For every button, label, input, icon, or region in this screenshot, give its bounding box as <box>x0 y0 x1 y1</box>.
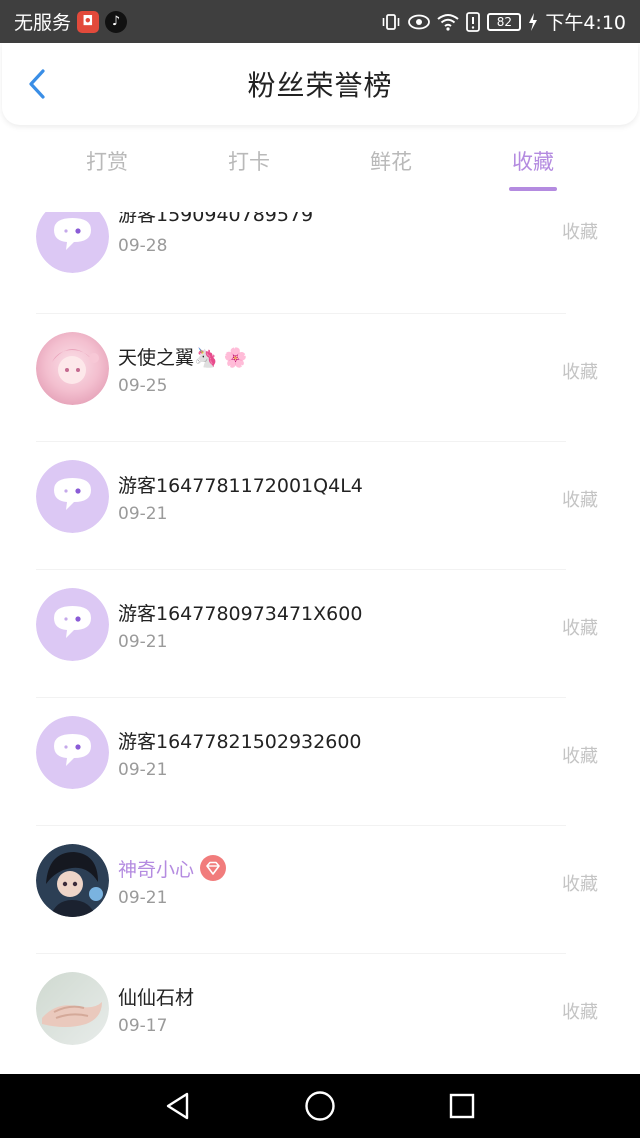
row-divider <box>36 953 566 954</box>
page-header: 粉丝荣誉榜 <box>2 43 638 125</box>
tab-checkin[interactable]: 打卡 <box>209 146 289 176</box>
favorite-date: 09-28 <box>118 236 168 256</box>
home-circle-icon <box>305 1091 335 1121</box>
favorite-label: 收藏 <box>562 618 598 639</box>
clock-text: 下午4:10 <box>545 12 626 34</box>
list-item[interactable]: 游客1647781172001Q4L4 09-21 收藏 <box>0 441 640 569</box>
favorite-date: 09-21 <box>118 632 168 652</box>
active-tab-indicator <box>509 187 557 191</box>
row-divider <box>36 569 566 570</box>
back-button[interactable] <box>20 65 54 103</box>
list-item[interactable]: 神奇小心 09-21 收藏 <box>0 825 640 953</box>
wifi-icon <box>437 13 459 31</box>
list-item[interactable]: 天使之翼🦄 🌸 09-25 收藏 <box>0 313 640 441</box>
row-divider <box>36 313 566 314</box>
battery-icon: 82 <box>487 12 522 31</box>
favorite-label: 收藏 <box>562 490 598 511</box>
nav-recents-button[interactable] <box>442 1088 482 1124</box>
favorite-label: 收藏 <box>562 1002 598 1023</box>
app-screen: 无服务 ◘ ♪ 82 下午4:10 粉丝荣誉榜 打赏 打卡 鲜花 收藏 游客15… <box>0 0 640 1138</box>
favorite-label: 收藏 <box>562 874 598 895</box>
user-name: 游客1590940789579 <box>118 212 314 226</box>
row-divider <box>36 441 566 442</box>
vibrate-icon <box>381 12 401 32</box>
tab-favorites[interactable]: 收藏 <box>493 146 573 176</box>
list-item[interactable]: 游客1590940789579 09-28 收藏 <box>0 212 640 328</box>
favorite-date: 09-21 <box>118 504 168 524</box>
chevron-left-icon <box>29 69 45 99</box>
favorite-date: 09-17 <box>118 1016 168 1036</box>
system-nav-bar <box>0 1074 640 1138</box>
default-chat-avatar <box>36 588 109 661</box>
user-name-text: 神奇小心 <box>118 859 195 881</box>
row-divider <box>36 825 566 826</box>
dark-anime-avatar <box>36 844 109 917</box>
tiktok-icon: ♪ <box>105 10 128 33</box>
default-chat-avatar <box>36 212 109 273</box>
alert-icon <box>466 11 481 32</box>
user-name: 天使之翼🦄 🌸 <box>118 347 248 369</box>
user-name: 仙仙石材 <box>118 987 195 1009</box>
hand-photo-avatar <box>36 972 109 1045</box>
user-name: 游客1647781172001Q4L4 <box>118 475 363 497</box>
nav-back-button[interactable] <box>158 1088 198 1124</box>
diamond-badge-icon <box>200 855 227 886</box>
tab-flowers[interactable]: 鲜花 <box>351 146 431 176</box>
list-item[interactable]: 仙仙石材 09-17 收藏 <box>0 953 640 1074</box>
favorite-date: 09-21 <box>118 888 168 908</box>
anime-girl-avatar <box>36 332 109 405</box>
app-notification-icon: ◘ <box>77 10 100 33</box>
eye-icon <box>408 14 431 30</box>
status-bar: 无服务 ◘ ♪ 82 下午4:10 <box>0 0 640 43</box>
user-name: 游客16477821502932600 <box>118 731 362 753</box>
tab-reward[interactable]: 打赏 <box>67 146 147 176</box>
favorite-label: 收藏 <box>562 222 598 243</box>
status-left: 无服务 ◘ ♪ <box>14 8 128 35</box>
favorite-label: 收藏 <box>562 362 598 383</box>
list-item[interactable]: 游客16477821502932600 09-21 收藏 <box>0 697 640 825</box>
recents-square-icon <box>449 1093 475 1119</box>
favorite-date: 09-21 <box>118 760 168 780</box>
default-chat-avatar <box>36 460 109 533</box>
page-title: 粉丝荣誉榜 <box>247 69 393 102</box>
status-right: 82 下午4:10 <box>381 8 626 35</box>
charging-icon <box>528 12 538 32</box>
user-name: 游客1647780973471X600 <box>118 603 363 625</box>
favorite-label: 收藏 <box>562 746 598 767</box>
favorite-date: 09-25 <box>118 376 168 396</box>
carrier-text: 无服务 <box>14 12 72 34</box>
default-chat-avatar <box>36 716 109 789</box>
list-item[interactable]: 游客1647780973471X600 09-21 收藏 <box>0 569 640 697</box>
user-name: 神奇小心 <box>118 855 227 886</box>
fan-list: 游客1590940789579 09-28 收藏 天使之翼🦄 🌸 09-25 收… <box>0 212 640 1074</box>
row-divider <box>36 697 566 698</box>
nav-home-button[interactable] <box>300 1088 340 1124</box>
back-triangle-icon <box>166 1092 189 1120</box>
